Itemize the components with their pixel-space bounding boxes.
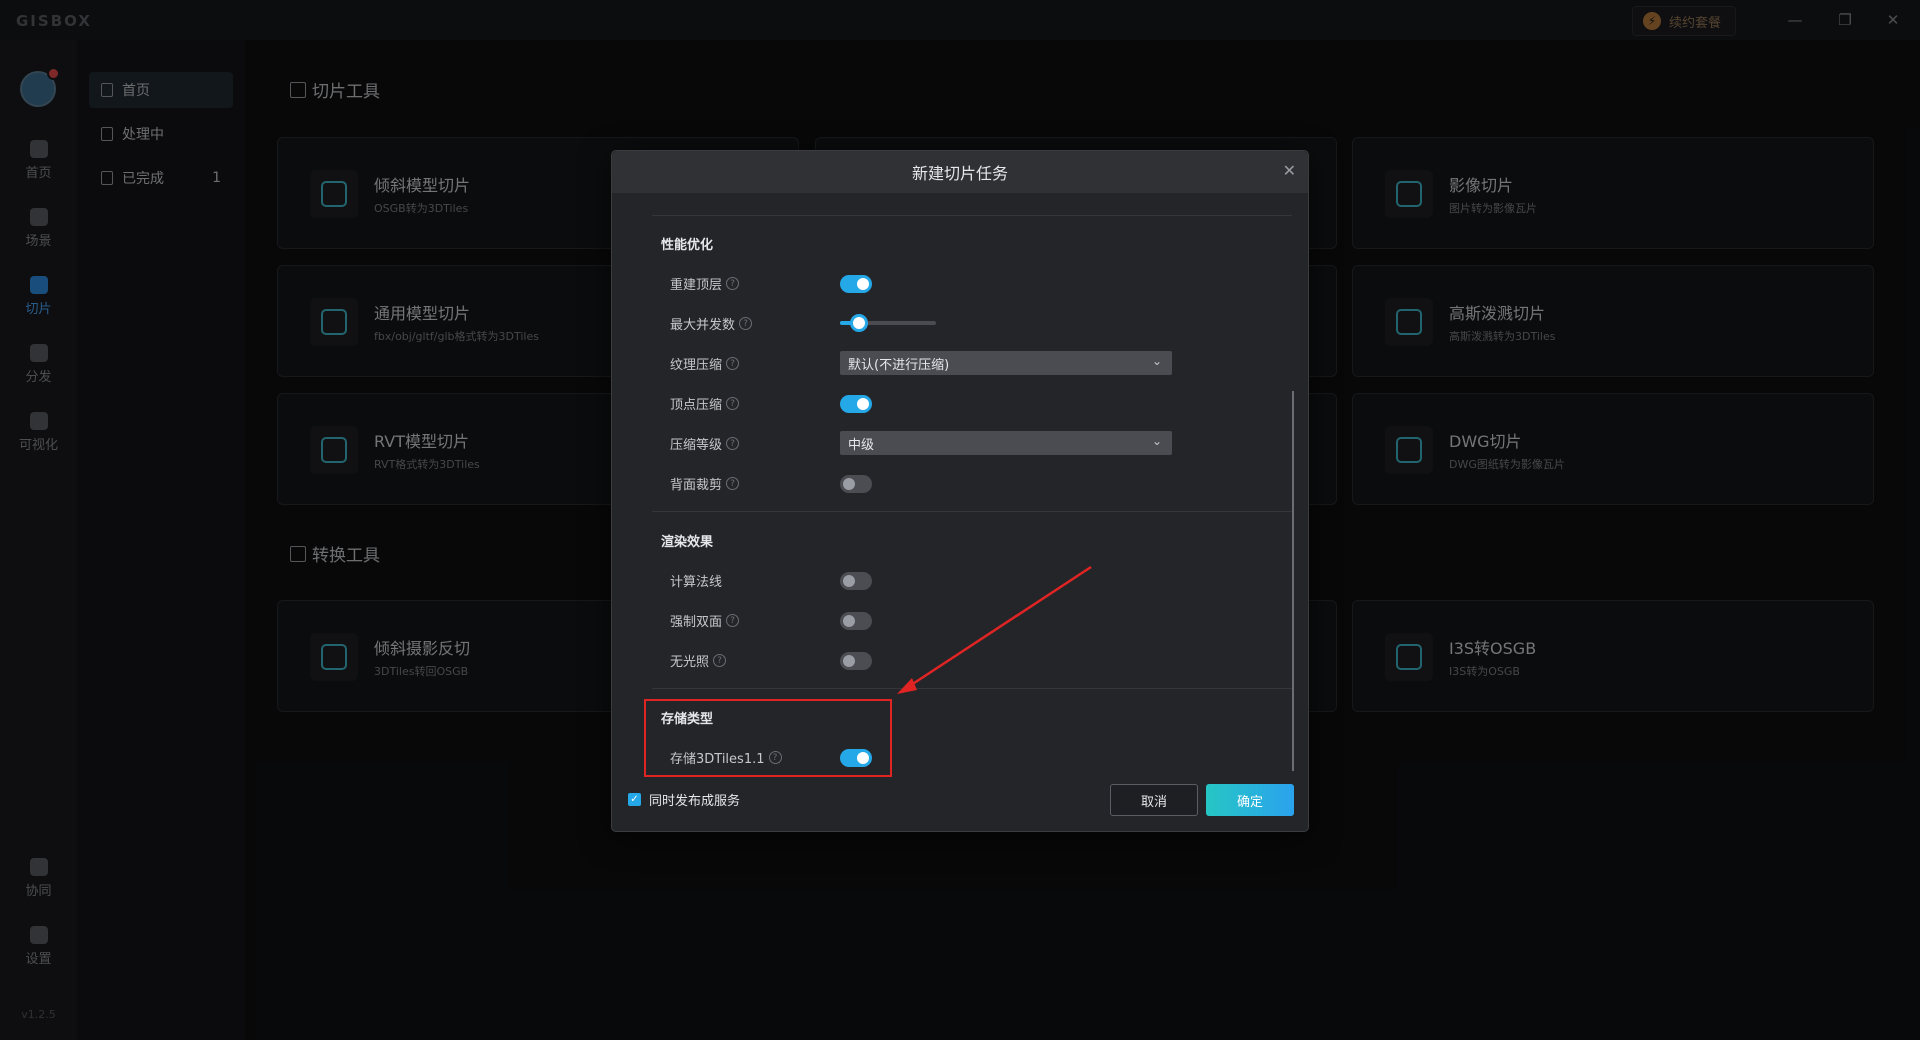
annotation-arrow — [897, 565, 1092, 694]
